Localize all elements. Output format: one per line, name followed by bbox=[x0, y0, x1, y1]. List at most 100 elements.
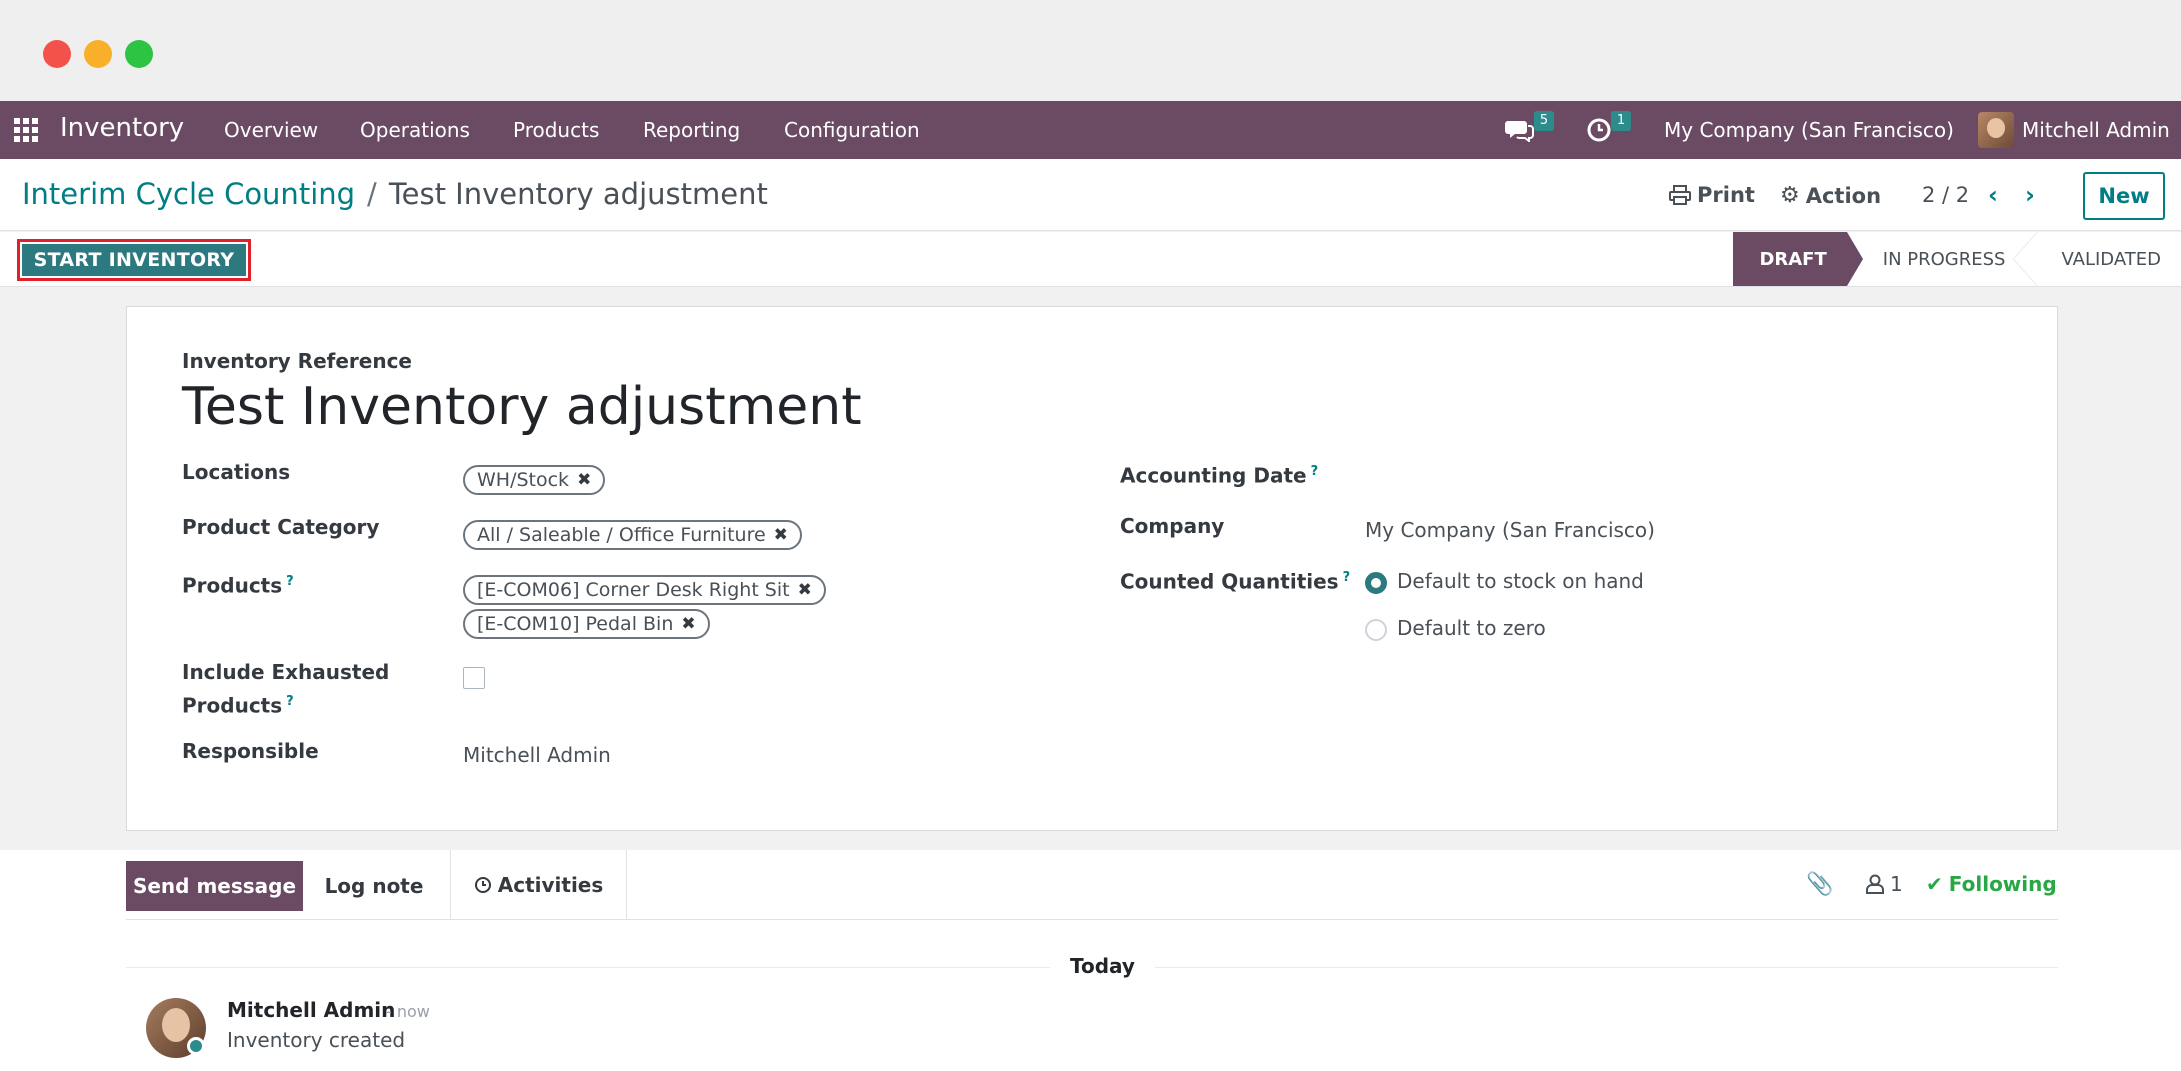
activities-label: Activities bbox=[497, 873, 604, 897]
products-label: Products? bbox=[182, 567, 294, 601]
locations-label: Locations bbox=[182, 460, 291, 484]
include-exhausted-checkbox[interactable] bbox=[463, 667, 485, 689]
stage-in-progress[interactable]: IN PROGRESS bbox=[1847, 232, 2038, 286]
messages-button[interactable] bbox=[1505, 101, 1535, 159]
counted-quantities-label-text: Counted Quantities bbox=[1120, 569, 1339, 594]
activities-button[interactable] bbox=[1586, 101, 1612, 159]
radio-default-zero-label[interactable]: Default to zero bbox=[1397, 616, 1546, 640]
activities-button[interactable]: Activities bbox=[450, 850, 627, 920]
start-inventory-button-highlight[interactable]: START INVENTORY bbox=[17, 239, 251, 281]
activities-badge: 1 bbox=[1611, 111, 1631, 131]
inventory-reference-label: Inventory Reference bbox=[182, 349, 412, 373]
pager-previous-button[interactable]: ‹ bbox=[1988, 181, 2012, 209]
remove-tag-icon[interactable]: ✖ bbox=[774, 525, 788, 545]
product-tag-label: [E-COM10] Pedal Bin bbox=[477, 613, 674, 635]
top-navbar: Inventory Overview Operations Products R… bbox=[0, 101, 2181, 159]
accounting-date-label: Accounting Date? bbox=[1120, 457, 1318, 491]
breadcrumb-parent[interactable]: Interim Cycle Counting bbox=[22, 177, 355, 211]
form-sheet: Inventory Reference Test Inventory adjus… bbox=[126, 306, 2058, 831]
log-note-button[interactable]: Log note bbox=[303, 861, 445, 911]
followers-count: 1 bbox=[1890, 872, 1903, 896]
location-tag[interactable]: WH/Stock ✖ bbox=[463, 465, 606, 495]
responsible-label: Responsible bbox=[182, 739, 319, 763]
remove-tag-icon[interactable]: ✖ bbox=[577, 470, 591, 490]
date-separator: Today bbox=[1050, 954, 1155, 978]
counted-quantities-label: Counted Quantities? bbox=[1120, 563, 1350, 597]
stage-validated[interactable]: VALIDATED bbox=[2025, 232, 2181, 286]
help-icon[interactable]: ? bbox=[286, 694, 294, 709]
help-icon[interactable]: ? bbox=[1343, 570, 1351, 585]
menu-configuration[interactable]: Configuration bbox=[784, 118, 920, 142]
menu-products[interactable]: Products bbox=[513, 118, 599, 142]
check-icon: ✔ bbox=[1926, 872, 1943, 896]
clock-icon bbox=[474, 877, 491, 893]
following-label: Following bbox=[1948, 872, 2057, 896]
attachments-button[interactable]: 📎 bbox=[1806, 872, 1833, 897]
location-tag-label: WH/Stock bbox=[477, 469, 570, 491]
include-exhausted-label-line2: Products bbox=[182, 693, 283, 718]
help-icon[interactable]: ? bbox=[1311, 464, 1319, 479]
close-window-button[interactable] bbox=[43, 40, 71, 68]
pager-value[interactable]: 2 / 2 bbox=[1922, 183, 1969, 207]
company-label: Company bbox=[1120, 514, 1225, 538]
menu-reporting[interactable]: Reporting bbox=[643, 118, 740, 142]
product-tag[interactable]: [E-COM10] Pedal Bin ✖ bbox=[463, 609, 710, 639]
message-author[interactable]: Mitchell Admin bbox=[227, 998, 395, 1022]
control-panel: Interim Cycle Counting / Test Inventory … bbox=[0, 159, 2181, 231]
accounting-date-label-text: Accounting Date bbox=[1120, 463, 1307, 488]
product-tag[interactable]: [E-COM06] Corner Desk Right Sit ✖ bbox=[463, 575, 826, 605]
product-tag-label: [E-COM06] Corner Desk Right Sit bbox=[477, 579, 790, 601]
message-body: Inventory created bbox=[227, 1028, 406, 1052]
responsible-field[interactable]: Mitchell Admin bbox=[463, 743, 611, 767]
products-label-text: Products bbox=[182, 573, 283, 598]
remove-tag-icon[interactable]: ✖ bbox=[681, 614, 695, 634]
send-message-button[interactable]: Send message bbox=[126, 861, 303, 911]
action-button[interactable]: ⚙ Action bbox=[1780, 183, 1881, 208]
user-menu[interactable]: Mitchell Admin bbox=[1978, 101, 2170, 159]
maximize-window-button[interactable] bbox=[125, 40, 153, 68]
printer-icon bbox=[1669, 185, 1691, 205]
menu-overview[interactable]: Overview bbox=[224, 118, 318, 142]
app-name[interactable]: Inventory bbox=[60, 113, 184, 143]
chatter: Send message Log note Activities 📎 1 ✔ F… bbox=[0, 850, 2181, 1071]
form-statusbar: START INVENTORY DRAFT IN PROGRESS VALIDA… bbox=[0, 232, 2181, 287]
messages-badge: 5 bbox=[1534, 111, 1554, 131]
print-button[interactable]: Print bbox=[1669, 183, 1755, 207]
radio-default-stock[interactable] bbox=[1365, 572, 1387, 594]
stage-draft[interactable]: DRAFT bbox=[1733, 232, 1864, 286]
inventory-reference-input[interactable]: Test Inventory adjustment bbox=[182, 377, 862, 437]
include-exhausted-label: Include Exhausted Products? bbox=[182, 657, 389, 721]
user-icon bbox=[1866, 874, 1884, 894]
product-category-label: Product Category bbox=[182, 515, 380, 539]
followers-button[interactable]: 1 bbox=[1866, 872, 1903, 896]
user-name: Mitchell Admin bbox=[2022, 118, 2170, 142]
following-button[interactable]: ✔ Following bbox=[1926, 872, 2057, 896]
paperclip-icon: 📎 bbox=[1806, 872, 1834, 897]
breadcrumb-separator: / bbox=[367, 177, 377, 211]
start-inventory-button[interactable]: START INVENTORY bbox=[22, 244, 246, 276]
action-label: Action bbox=[1805, 183, 1882, 208]
radio-default-stock-label[interactable]: Default to stock on hand bbox=[1397, 569, 1644, 593]
product-category-tag[interactable]: All / Saleable / Office Furniture ✖ bbox=[463, 520, 802, 550]
breadcrumb: Interim Cycle Counting / Test Inventory … bbox=[22, 177, 768, 211]
apps-menu-icon[interactable] bbox=[14, 118, 38, 142]
message-time: - now bbox=[386, 1002, 430, 1021]
help-icon[interactable]: ? bbox=[286, 574, 294, 589]
chat-icon bbox=[1505, 121, 1534, 142]
chatter-topbar: Send message Log note Activities 📎 1 ✔ F… bbox=[126, 850, 2058, 920]
breadcrumb-current: Test Inventory adjustment bbox=[388, 177, 768, 211]
include-exhausted-label-line1: Include Exhausted bbox=[182, 660, 390, 684]
gear-icon: ⚙ bbox=[1780, 183, 1800, 208]
company-field[interactable]: My Company (San Francisco) bbox=[1365, 518, 1655, 542]
print-label: Print bbox=[1697, 183, 1755, 207]
minimize-window-button[interactable] bbox=[84, 40, 112, 68]
pager-next-button[interactable]: › bbox=[2025, 181, 2049, 209]
remove-tag-icon[interactable]: ✖ bbox=[798, 580, 812, 600]
window-chrome bbox=[0, 0, 2181, 101]
new-button[interactable]: New bbox=[2083, 172, 2165, 220]
radio-default-zero[interactable] bbox=[1365, 619, 1387, 641]
menu-operations[interactable]: Operations bbox=[360, 118, 470, 142]
clock-icon bbox=[1587, 118, 1611, 142]
stage-bar: DRAFT IN PROGRESS VALIDATED bbox=[1733, 232, 2181, 286]
company-switcher[interactable]: My Company (San Francisco) bbox=[1664, 101, 1954, 159]
